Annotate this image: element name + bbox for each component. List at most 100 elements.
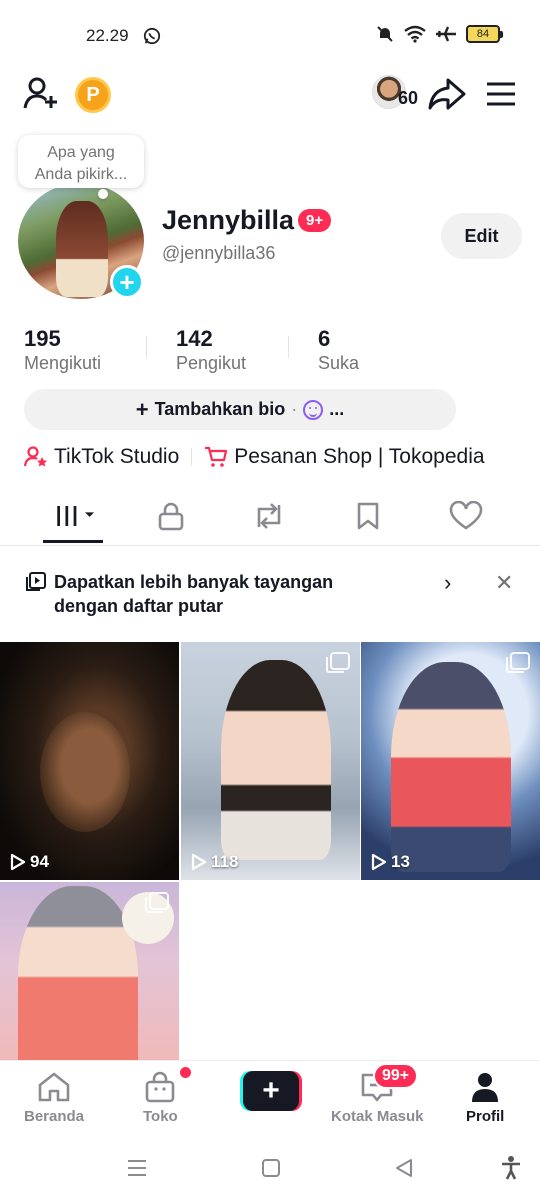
add-story-icon[interactable]: +: [110, 265, 144, 299]
playlist-banner[interactable]: Dapatkan lebih banyak tayangan dengan da…: [0, 560, 540, 630]
avatar-container[interactable]: +: [18, 183, 144, 299]
cart-icon: [205, 446, 228, 467]
heart-icon: [449, 501, 483, 530]
stat-followers[interactable]: 142 Pengikut: [176, 326, 246, 374]
nav-home-label: Beranda: [24, 1108, 85, 1125]
create-button[interactable]: +: [240, 1071, 302, 1111]
play-icon: [10, 853, 26, 871]
stat-value: 6: [318, 326, 331, 351]
tiktok-studio-label: TikTok Studio: [54, 445, 180, 468]
shop-orders-link[interactable]: Pesanan Shop | Tokopedia: [204, 445, 485, 469]
bookmark-icon: [357, 502, 379, 530]
stat-likes[interactable]: 6 Suka: [318, 326, 359, 374]
airplane-icon: [436, 26, 456, 42]
shop-bag-icon: [146, 1071, 175, 1103]
lock-icon: [158, 502, 184, 531]
content-tabs: [0, 490, 540, 546]
shop-orders-label: Pesanan Shop | Tokopedia: [234, 445, 485, 468]
thumbnail-image: [18, 886, 138, 1060]
video-thumbnail[interactable]: 13: [361, 642, 540, 880]
bio-more: ...: [329, 399, 345, 419]
add-friend-icon[interactable]: [22, 74, 60, 112]
playlist-icon: [26, 572, 46, 591]
thumbnail-image: [221, 660, 331, 860]
plus-icon: +: [243, 1071, 299, 1111]
stat-value: 142: [176, 326, 213, 351]
nav-shop[interactable]: Toko: [143, 1071, 178, 1125]
share-icon[interactable]: [428, 76, 466, 112]
thought-line-2: Anda pikirk...: [34, 166, 128, 183]
view-count: 13: [371, 852, 410, 872]
video-thumbnail[interactable]: 118: [181, 642, 360, 880]
add-bio-label: Tambahkan bio: [154, 399, 286, 419]
system-nav-bar: [0, 1140, 540, 1200]
tab-private[interactable]: [151, 498, 191, 534]
stat-label: Mengikuti: [24, 353, 102, 373]
tiktok-studio-link[interactable]: TikTok Studio: [24, 445, 179, 469]
stat-label: Pengikut: [176, 353, 247, 373]
tab-liked[interactable]: [446, 498, 486, 534]
divider: [191, 448, 193, 466]
nav-profile[interactable]: Profil: [466, 1071, 504, 1125]
thought-bubble[interactable]: Apa yang Anda pikirk...: [18, 135, 144, 199]
shop-notification-dot: [180, 1067, 191, 1078]
name-row: Jennybilla 9+: [162, 205, 332, 236]
view-count: 118: [191, 852, 238, 872]
stat-following[interactable]: 195 Mengikuti: [24, 326, 101, 374]
play-icon: [191, 853, 207, 871]
mute-bell-icon: [377, 26, 393, 42]
coin-icon[interactable]: P: [75, 77, 111, 113]
accessibility-icon[interactable]: [500, 1155, 522, 1181]
stat-value: 195: [24, 326, 61, 351]
nav-shop-label: Toko: [143, 1108, 178, 1125]
active-tab-indicator: [43, 540, 103, 543]
profile-visitors[interactable]: 60: [372, 75, 418, 109]
nav-home[interactable]: Beranda: [24, 1071, 84, 1125]
chevron-right-icon[interactable]: ›: [444, 570, 451, 596]
home-button-icon[interactable]: [260, 1157, 282, 1179]
plus-icon: +: [135, 396, 149, 422]
separator-dot: ·: [291, 399, 298, 419]
multi-photo-icon: [145, 892, 169, 913]
divider: [288, 336, 289, 358]
home-icon: [38, 1072, 70, 1102]
status-bar: 22.29 84: [0, 0, 540, 72]
inbox-badge: 99+: [373, 1063, 419, 1089]
multi-photo-icon: [326, 652, 350, 673]
grid-videos-icon: [57, 506, 95, 526]
nav-profile-label: Profil: [466, 1108, 505, 1125]
visitor-count: 60: [398, 88, 419, 108]
tab-saved[interactable]: [348, 498, 388, 534]
banner-text: Dapatkan lebih banyak tayangan dengan da…: [54, 572, 334, 616]
tab-reposts[interactable]: [249, 498, 289, 534]
add-bio-button[interactable]: + Tambahkan bio · ...: [24, 389, 456, 430]
display-name: Jennybilla: [162, 205, 295, 235]
video-thumbnail[interactable]: 94: [0, 642, 179, 880]
thumbnail-image: [391, 662, 511, 872]
close-icon[interactable]: ✕: [495, 570, 513, 596]
back-icon[interactable]: [393, 1157, 415, 1179]
username: @jennybilla36: [162, 243, 276, 263]
view-count-value: 94: [30, 852, 49, 871]
tab-videos[interactable]: [55, 498, 95, 534]
recent-apps-icon[interactable]: [126, 1158, 148, 1178]
edit-profile-button[interactable]: Edit: [441, 213, 522, 259]
play-icon: [371, 853, 387, 871]
nav-inbox-label: Kotak Masuk: [331, 1108, 424, 1125]
wifi-icon: [404, 25, 426, 43]
profile-header: P 60: [0, 72, 540, 120]
view-count-value: 118: [211, 852, 239, 871]
status-time: 22.29: [86, 26, 129, 45]
whatsapp-icon: [143, 27, 161, 45]
thought-line-1: Apa yang: [47, 144, 115, 161]
video-thumbnail[interactable]: [0, 882, 179, 1060]
name-badge[interactable]: 9+: [298, 209, 332, 232]
divider: [146, 336, 147, 358]
menu-icon[interactable]: [486, 82, 516, 106]
profile-icon: [472, 1073, 499, 1102]
battery-icon: 84: [466, 25, 503, 43]
creator-star-icon: [24, 446, 47, 467]
repost-icon: [257, 503, 281, 529]
bottom-nav: Beranda Toko + Kotak Masuk Profil: [0, 1060, 540, 1140]
battery-level: 84: [476, 28, 490, 40]
